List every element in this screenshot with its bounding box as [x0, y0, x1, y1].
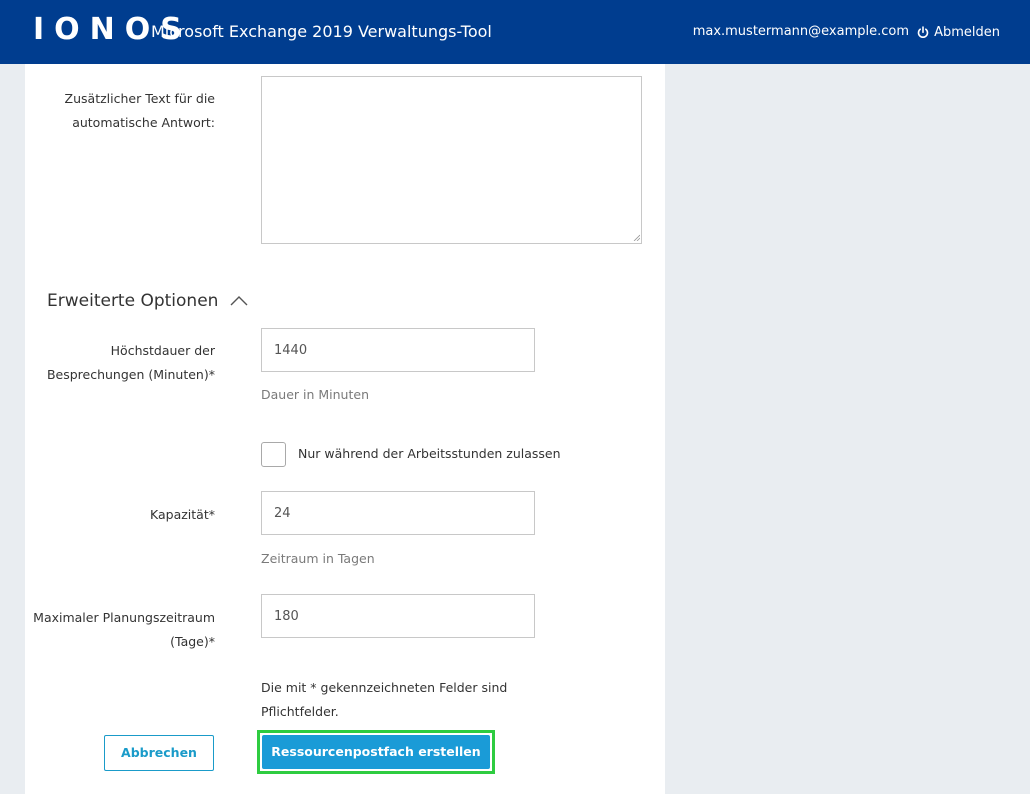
cancel-button[interactable]: Abbrechen: [104, 735, 214, 771]
max-planning-input[interactable]: [261, 594, 535, 638]
max-duration-hint: Dauer in Minuten: [261, 387, 369, 402]
app-header: IONOS Microsoft Exchange 2019 Verwaltung…: [0, 0, 1030, 64]
submit-button-highlight: Ressourcenpostfach erstellen: [257, 730, 495, 774]
chevron-up-icon: [230, 288, 248, 314]
capacity-hint: Zeitraum in Tagen: [261, 551, 375, 566]
power-icon: [917, 25, 929, 39]
advanced-options-toggle[interactable]: Erweiterte Optionen: [47, 288, 248, 314]
max-planning-label: Maximaler Planungszeitraum (Tage)*: [33, 610, 215, 649]
logout-label: Abmelden: [934, 24, 1000, 40]
logout-button[interactable]: Abmelden: [917, 21, 1000, 43]
resize-grip-icon[interactable]: [633, 234, 640, 241]
app-title: Microsoft Exchange 2019 Verwaltungs-Tool: [151, 22, 492, 41]
advanced-options-title: Erweiterte Optionen: [47, 291, 219, 311]
max-duration-input[interactable]: [261, 328, 535, 372]
capacity-input[interactable]: [261, 491, 535, 535]
max-duration-label: Höchstdauer der Besprechungen (Minuten)*: [46, 343, 215, 382]
form-panel: Zusätzlicher Text für die automatische A…: [25, 64, 665, 794]
working-hours-label: Nur während der Arbeitsstunden zulassen: [298, 446, 561, 461]
auto-reply-textarea[interactable]: [261, 76, 642, 244]
working-hours-checkbox[interactable]: [261, 442, 286, 467]
required-fields-note: Die mit * gekennzeichneten Felder sind P…: [261, 680, 508, 719]
auto-reply-label: Zusätzlicher Text für die automatische A…: [64, 91, 215, 130]
create-resource-mailbox-button[interactable]: Ressourcenpostfach erstellen: [262, 735, 490, 769]
capacity-label: Kapazität*: [150, 507, 215, 522]
user-email: max.mustermann@example.com: [692, 24, 909, 39]
